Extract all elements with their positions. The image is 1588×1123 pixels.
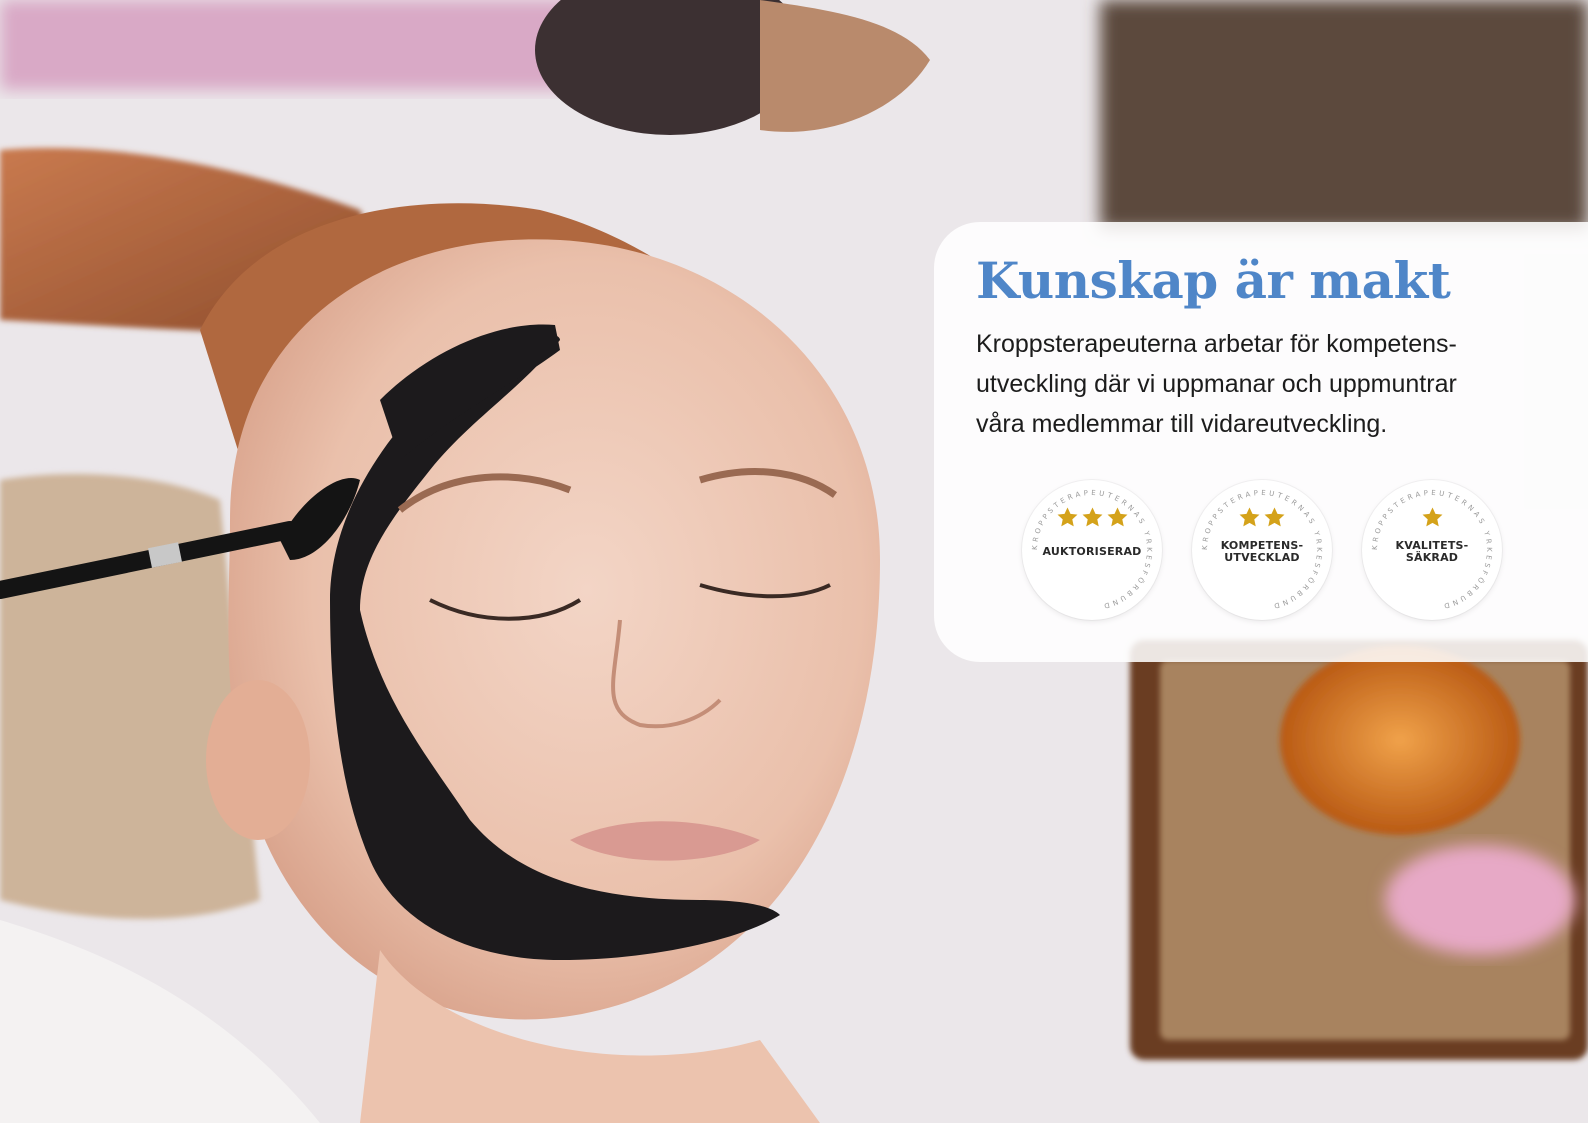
body-line: utveckling där vi uppmanar och uppmuntra…	[976, 369, 1457, 398]
badge-kvalitetssakrad: KROPPSTERAPEUTERNAS YRKESFÖRBUND KVALITE…	[1362, 480, 1502, 620]
badge-kompetensutvecklad: KROPPSTERAPEUTERNAS YRKESFÖRBUND KOMPETE…	[1192, 480, 1332, 620]
body-paragraph: Kroppsterapeuterna arbetar för kompetens…	[976, 324, 1536, 444]
star-rating	[1362, 506, 1502, 534]
badge-auktoriserad: KROPPSTERAPEUTERNAS YRKESFÖRBUND AUKTORI…	[1022, 480, 1162, 620]
headline: Kunskap är makt	[976, 251, 1451, 310]
badge-label: KOMPETENS- UTVECKLAD	[1204, 540, 1320, 564]
star-rating	[1022, 506, 1162, 534]
badge-label: AUKTORISERAD	[1034, 546, 1150, 558]
badge-label-line: UTVECKLAD	[1224, 551, 1300, 564]
info-panel: Kunskap är makt Kroppsterapeuterna arbet…	[934, 222, 1588, 662]
star-icon	[1107, 507, 1127, 527]
star-icon	[1264, 507, 1285, 527]
star-icon	[1057, 507, 1077, 527]
badge-label-line: AUKTORISERAD	[1042, 545, 1142, 558]
certification-badges: KROPPSTERAPEUTERNAS YRKESFÖRBUND AUKTORI…	[1022, 480, 1502, 620]
badge-label: KVALITETS- SÄKRAD	[1374, 540, 1490, 564]
star-rating	[1192, 506, 1332, 534]
body-line: Kroppsterapeuterna arbetar för kompetens…	[976, 329, 1457, 358]
badge-label-line: SÄKRAD	[1405, 551, 1459, 564]
star-icon	[1082, 507, 1102, 527]
star-icon	[1422, 507, 1442, 527]
star-icon	[1239, 507, 1260, 527]
body-line: våra medlemmar till vidareutveckling.	[976, 409, 1388, 438]
